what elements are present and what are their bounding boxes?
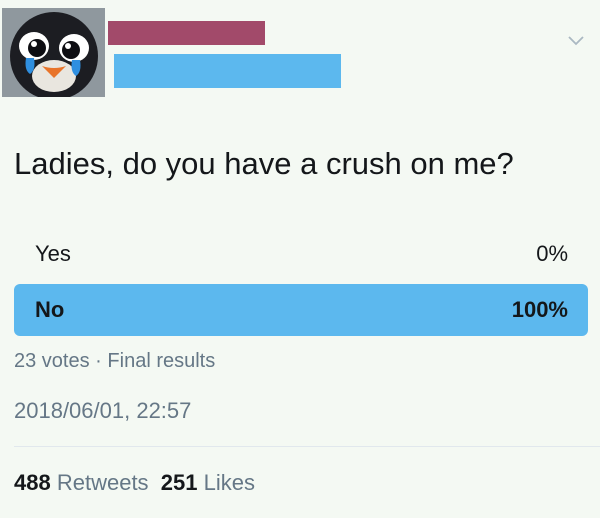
penguin-avatar-icon	[2, 8, 105, 97]
retweets-link[interactable]: 488 Retweets	[14, 470, 149, 495]
poll-option-yes: Yes 0%	[14, 228, 588, 280]
poll-option-label: No	[35, 297, 65, 322]
retweets-count: 488	[14, 470, 51, 495]
tweet-text: Ladies, do you have a crush on me?	[14, 146, 514, 181]
separator-dot: ·	[95, 350, 102, 372]
tweet-timestamp[interactable]: 2018/06/01, 22:57	[14, 398, 191, 424]
poll-option-label: Yes	[35, 241, 71, 266]
username-redacted[interactable]	[114, 54, 341, 88]
vote-count: 23 votes	[14, 350, 90, 372]
likes-label: Likes	[203, 470, 255, 495]
tweet-menu-button[interactable]	[566, 30, 586, 50]
poll-option-percent: 0%	[536, 241, 568, 266]
poll-option-no: No 100%	[14, 284, 588, 336]
avatar[interactable]	[2, 8, 105, 97]
poll-option-percent: 100%	[511, 297, 568, 322]
chevron-down-icon	[568, 36, 584, 46]
display-name-redacted[interactable]	[108, 21, 265, 45]
engagement-stats: 488 Retweets 251 Likes	[14, 470, 255, 496]
poll-status: Final results	[107, 350, 216, 372]
likes-count: 251	[160, 470, 198, 495]
likes-link[interactable]: 251 Likes	[161, 470, 255, 495]
retweets-label: Retweets	[56, 470, 149, 495]
divider	[14, 446, 600, 447]
poll-summary: 23 votes · Final results	[14, 350, 215, 373]
